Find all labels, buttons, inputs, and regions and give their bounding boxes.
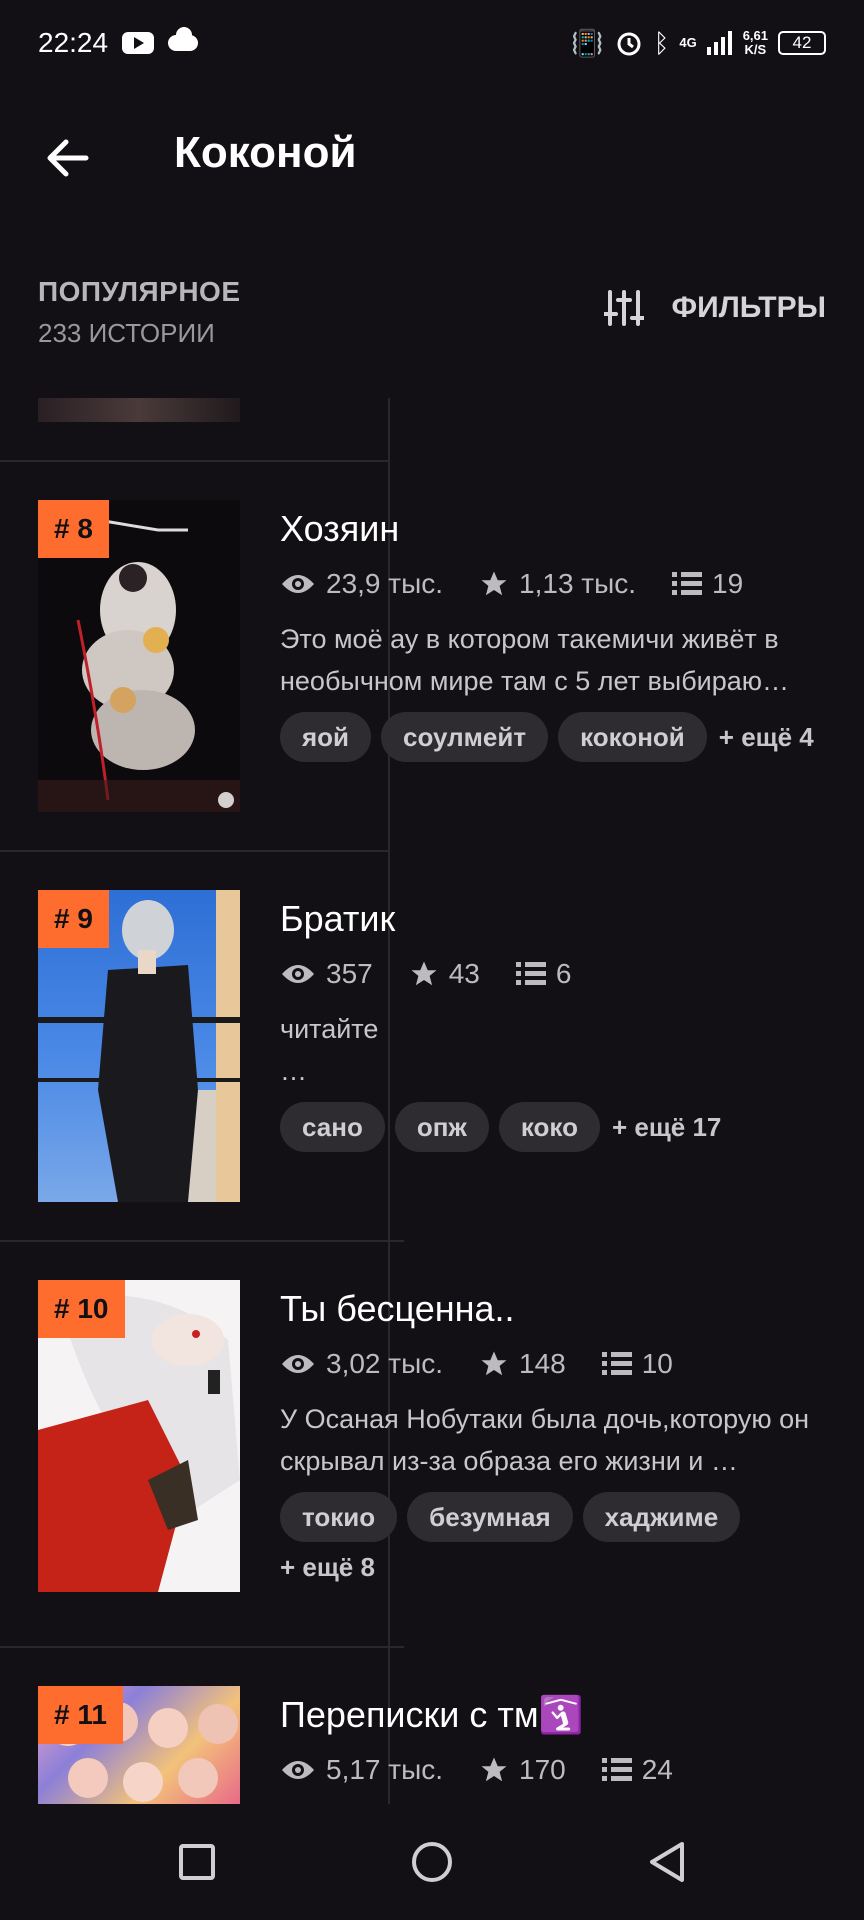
rank-badge: # 10 <box>38 1280 125 1338</box>
star-icon <box>411 961 437 986</box>
status-bar: 22:24 📳 ᛒ 4G 6,61 K/S 42 <box>0 0 864 86</box>
parts-count: 10 <box>641 1348 673 1379</box>
story-description: Это моё ау в котором такемичи живёт в не… <box>280 624 790 696</box>
more-tags[interactable]: + ещё 17 <box>612 1112 721 1143</box>
speed-value: 6,61 <box>742 28 768 43</box>
sort-label[interactable]: ПОПУЛЯРНОЕ <box>38 276 241 308</box>
tag-chip[interactable]: хаджиме <box>582 1492 741 1542</box>
votes-count: 170 <box>519 1754 566 1785</box>
parts-count: 6 <box>555 958 572 989</box>
home-button[interactable] <box>402 1832 462 1892</box>
tag-list: токио безумная хаджиме + ещё 8 <box>280 1492 840 1583</box>
story-card[interactable]: # 8 Хозяин 23,9 тыс. 1,13 тыс. 19 Это мо… <box>0 500 864 812</box>
youtube-icon <box>122 32 155 54</box>
tag-list: сано опж коко + ещё 17 <box>280 1102 840 1152</box>
tag-list: яой соулмейт коконой + ещё 4 <box>280 712 840 762</box>
back-button[interactable] <box>40 130 96 186</box>
item-divider <box>0 850 388 852</box>
story-cover[interactable]: # 9 <box>38 890 240 1202</box>
tag-chip[interactable]: безумная <box>407 1492 573 1542</box>
story-stats: 23,9 тыс. 1,13 тыс. 19 <box>280 568 779 600</box>
list-icon <box>601 1758 632 1781</box>
story-card[interactable]: # 11 Переписки с тм🛐 5,17 тыс. 170 24 <box>0 1686 864 1804</box>
story-title[interactable]: Братик <box>280 898 395 940</box>
circle-icon <box>411 1842 452 1882</box>
page-title: Коконой <box>174 128 357 177</box>
square-icon <box>179 1844 216 1880</box>
back-nav-button[interactable] <box>637 1832 697 1892</box>
previous-story-cover[interactable] <box>38 398 240 422</box>
tag-chip[interactable]: соулмейт <box>381 712 549 762</box>
eye-icon <box>282 575 314 593</box>
sort-filter-row: ПОПУЛЯРНОЕ 233 ИСТОРИИ ФИЛЬТРЫ <box>0 270 864 360</box>
signal-icon <box>706 31 732 55</box>
item-divider <box>0 1646 404 1648</box>
story-stats: 3,02 тыс. 148 10 <box>280 1348 709 1380</box>
story-card[interactable]: # 10 Ты бесценна.. 3,02 тыс. 148 10 У Ос… <box>0 1280 864 1640</box>
item-divider <box>0 460 388 462</box>
system-nav-bar <box>0 1804 864 1920</box>
parts-count: 19 <box>712 568 744 599</box>
rank-badge: # 11 <box>38 1686 123 1744</box>
story-cover[interactable]: # 10 <box>38 1280 240 1592</box>
views-count: 3,02 тыс. <box>326 1348 444 1379</box>
views-count: 357 <box>326 958 373 989</box>
bluetooth-icon: ᛒ <box>653 28 670 58</box>
battery-icon: 42 <box>778 31 826 55</box>
eye-icon <box>282 1761 314 1779</box>
stories-count: 233 ИСТОРИИ <box>38 318 215 348</box>
story-title[interactable]: Хозяин <box>280 508 399 550</box>
recents-button[interactable] <box>167 1832 227 1892</box>
story-stats: 5,17 тыс. 170 24 <box>280 1754 709 1786</box>
list-icon <box>601 1352 632 1375</box>
network-speed: 6,61 K/S <box>743 29 768 57</box>
alarm-icon <box>617 32 641 56</box>
rank-badge: # 9 <box>38 890 109 948</box>
star-icon <box>481 1757 507 1782</box>
votes-count: 1,13 тыс. <box>519 568 637 599</box>
story-cover[interactable]: # 8 <box>38 500 240 812</box>
app-bar: Коконой <box>0 110 864 200</box>
star-icon <box>481 1351 507 1376</box>
status-time: 22:24 <box>38 27 109 58</box>
eye-icon <box>282 965 314 983</box>
views-count: 23,9 тыс. <box>326 568 444 599</box>
rank-badge: # 8 <box>38 500 109 558</box>
vibrate-icon: 📳 <box>571 28 604 58</box>
tag-chip[interactable]: токио <box>280 1492 398 1542</box>
more-tags[interactable]: + ещё 4 <box>719 722 814 753</box>
sliders-icon <box>603 290 644 326</box>
cloud-icon <box>168 27 199 51</box>
votes-count: 43 <box>448 958 480 989</box>
list-icon <box>672 572 703 595</box>
story-description: читайте … <box>280 1014 379 1086</box>
story-title[interactable]: Ты бесценна.. <box>280 1288 515 1330</box>
tag-chip[interactable]: коко <box>498 1102 600 1152</box>
tag-chip[interactable]: сано <box>280 1102 385 1152</box>
arrow-left-icon <box>47 139 89 177</box>
battery-level: 42 <box>792 33 812 52</box>
list-icon <box>515 962 546 985</box>
story-list[interactable]: # 8 Хозяин 23,9 тыс. 1,13 тыс. 19 Это мо… <box>0 398 864 1804</box>
story-card[interactable]: # 9 Братик 357 43 6 читайте … сано опж к… <box>0 890 864 1202</box>
more-tags[interactable]: + ещё 8 <box>280 1552 840 1583</box>
story-description: У Осаная Нобутаки была дочь,которую он с… <box>280 1404 810 1476</box>
filters-label: ФИЛЬТРЫ <box>671 291 826 324</box>
star-icon <box>481 571 507 596</box>
triangle-back-icon <box>649 1842 684 1882</box>
tag-chip[interactable]: яой <box>280 712 372 762</box>
views-count: 5,17 тыс. <box>326 1754 444 1785</box>
item-divider <box>0 1240 404 1242</box>
speed-unit: K/S <box>744 42 767 57</box>
tag-chip[interactable]: опж <box>394 1102 489 1152</box>
parts-count: 24 <box>641 1754 673 1785</box>
story-stats: 357 43 6 <box>280 958 607 990</box>
story-title[interactable]: Переписки с тм🛐 <box>280 1694 583 1736</box>
filters-button[interactable]: ФИЛЬТРЫ <box>603 288 826 328</box>
network-type: 4G <box>679 35 697 50</box>
tag-chip[interactable]: коконой <box>558 712 707 762</box>
votes-count: 148 <box>519 1348 566 1379</box>
eye-icon <box>282 1355 314 1373</box>
story-cover[interactable]: # 11 <box>38 1686 240 1804</box>
